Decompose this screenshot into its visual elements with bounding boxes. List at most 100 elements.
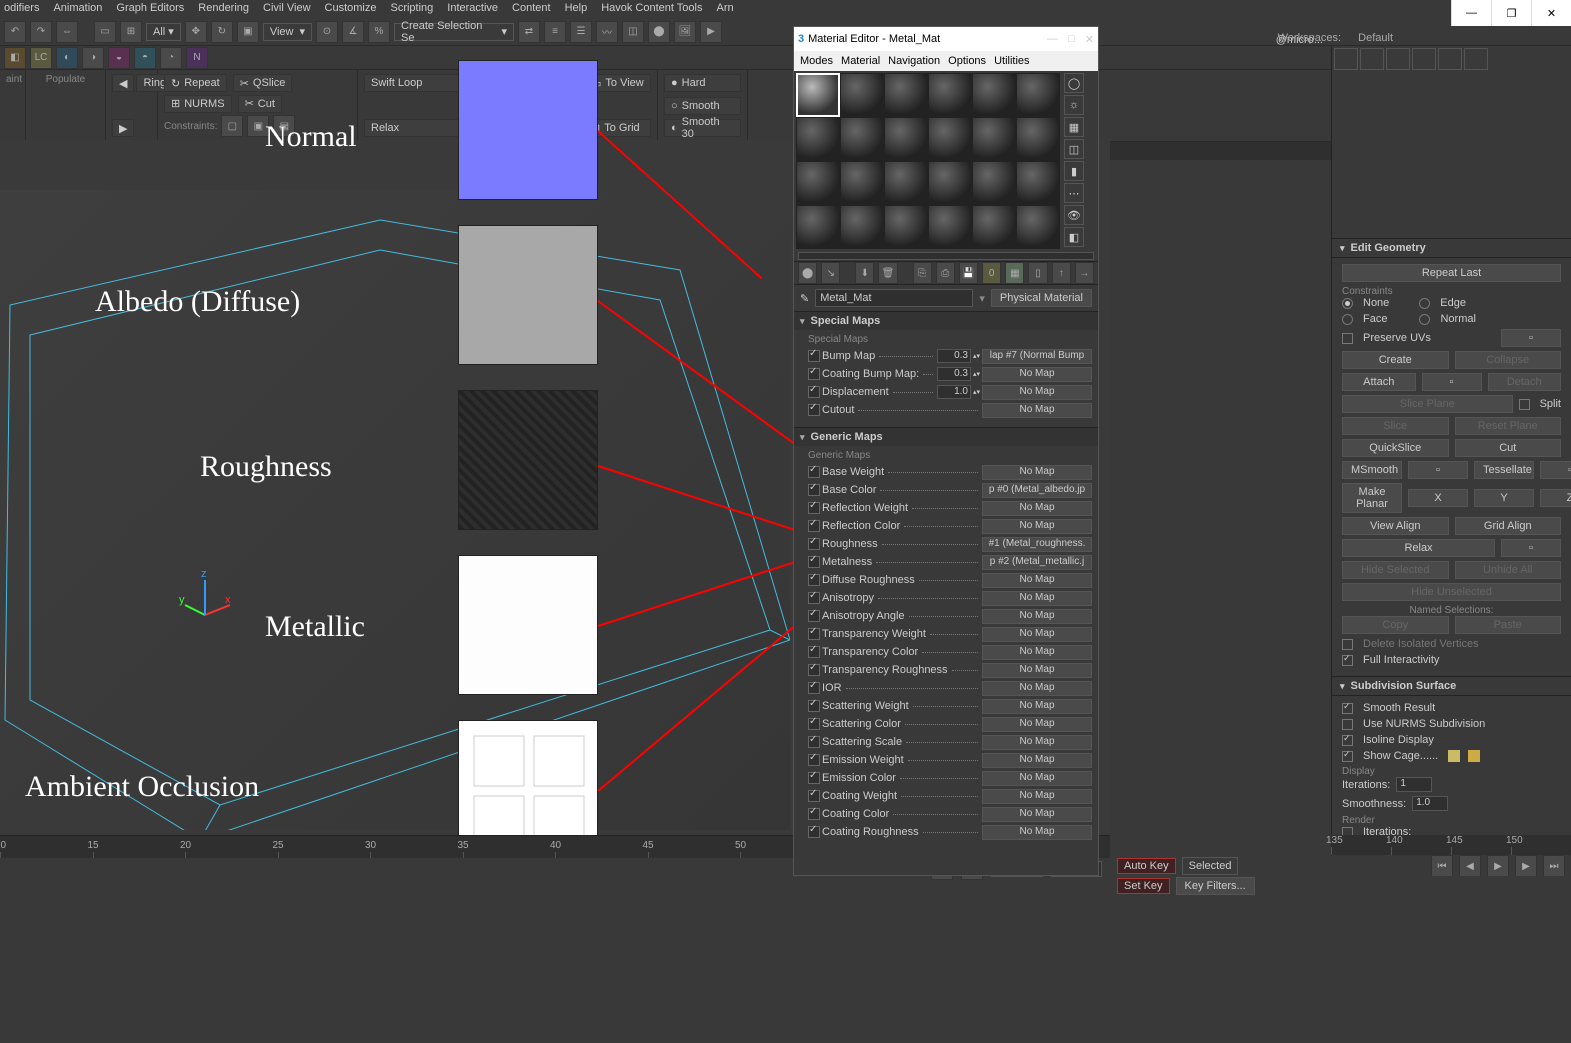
sample-slot-2[interactable]	[884, 73, 928, 117]
map-enable-check[interactable]	[808, 610, 820, 622]
link-icon[interactable]: ⇔	[56, 21, 78, 43]
constraint-none-icon[interactable]: ▢	[221, 115, 243, 137]
sample-slot-5[interactable]	[1016, 73, 1060, 117]
mat-close-button[interactable]: ✕	[1085, 33, 1094, 46]
mirror-icon[interactable]: ⇄	[518, 21, 540, 43]
spinner-arrows[interactable]: ▴▾	[973, 353, 980, 360]
scale-icon[interactable]: ▣	[237, 21, 259, 43]
shrink-button[interactable]: ◀	[112, 74, 134, 92]
smooth30-button[interactable]: ◐ Smooth 30	[664, 119, 741, 137]
cage-color2[interactable]	[1468, 750, 1480, 762]
undo-icon[interactable]: ↶	[4, 21, 26, 43]
collapse-button[interactable]: Collapse	[1455, 351, 1562, 369]
map-slot-button[interactable]: No Map	[982, 825, 1092, 840]
map-enable-check[interactable]	[808, 556, 820, 568]
attach-settings[interactable]: ▫	[1422, 373, 1482, 391]
sample-slot-1[interactable]	[840, 73, 884, 117]
make-unique-icon[interactable]: ⎙	[936, 262, 955, 284]
map-slot-button[interactable]: No Map	[982, 609, 1092, 624]
map-enable-check[interactable]	[808, 484, 820, 496]
copy-button[interactable]: Copy	[1342, 616, 1449, 634]
map-enable-check[interactable]	[808, 368, 820, 380]
full-interactivity-check[interactable]	[1342, 655, 1353, 666]
get-material-icon[interactable]: ⬤	[798, 262, 817, 284]
sample-slot-17[interactable]	[1016, 161, 1060, 205]
constraint-none-radio[interactable]	[1342, 298, 1353, 309]
map-enable-check[interactable]	[808, 664, 820, 676]
map-enable-check[interactable]	[808, 592, 820, 604]
motion-tab-icon[interactable]	[1412, 48, 1436, 70]
sample-slot-6[interactable]	[796, 117, 840, 161]
delete-isolated-check[interactable]	[1342, 639, 1353, 650]
mat-menu-utilities[interactable]: Utilities	[994, 55, 1029, 67]
filter-dropdown[interactable]: All ▾	[146, 23, 181, 41]
cage-color1[interactable]	[1448, 750, 1460, 762]
display-tab-icon[interactable]	[1438, 48, 1462, 70]
options-icon[interactable]: ⋯	[1064, 183, 1084, 203]
show-end-icon[interactable]: ▯	[1028, 262, 1047, 284]
axis-gizmo[interactable]: x y z	[175, 565, 235, 625]
attach-button[interactable]: Attach	[1342, 373, 1416, 391]
map-slot-button[interactable]: No Map	[982, 663, 1092, 678]
utilities-tab-icon[interactable]	[1464, 48, 1488, 70]
nurms-button[interactable]: ⊞ NURMS	[164, 95, 232, 113]
go-forward-icon[interactable]: →	[1075, 262, 1094, 284]
layers-icon[interactable]: ☰	[570, 21, 592, 43]
sample-slot-10[interactable]	[972, 117, 1016, 161]
map-slot-button[interactable]: No Map	[982, 681, 1092, 696]
map-slot-button[interactable]: No Map	[982, 367, 1092, 382]
minimize-button[interactable]: —	[1451, 0, 1491, 26]
sample-type-icon[interactable]: ◯	[1064, 73, 1084, 93]
reset-plane-button[interactable]: Reset Plane	[1455, 417, 1562, 435]
grid-align-button[interactable]: Grid Align	[1455, 517, 1562, 535]
sample-slot-20[interactable]	[884, 205, 928, 249]
map-slot-button[interactable]: No Map	[982, 627, 1092, 642]
menu-animation[interactable]: Animation	[53, 2, 102, 16]
sample-slot-13[interactable]	[840, 161, 884, 205]
map-enable-check[interactable]	[808, 682, 820, 694]
modify-tab-icon[interactable]	[1360, 48, 1384, 70]
view-align-button[interactable]: View Align	[1342, 517, 1449, 535]
map-slot-button[interactable]: No Map	[982, 645, 1092, 660]
use-nurms-check[interactable]	[1342, 719, 1353, 730]
material-name-input[interactable]	[815, 289, 973, 307]
preserve-uvs-settings[interactable]: ▫	[1501, 329, 1561, 347]
move-icon[interactable]: ✥	[185, 21, 207, 43]
map-enable-check[interactable]	[808, 790, 820, 802]
put-library-icon[interactable]: 💾	[959, 262, 978, 284]
special-maps-header[interactable]: Special Maps	[794, 311, 1098, 330]
hierarchy-tab-icon[interactable]	[1386, 48, 1410, 70]
mat-menu-navigation[interactable]: Navigation	[888, 55, 940, 67]
select-icon[interactable]: ▭	[94, 21, 116, 43]
map-enable-check[interactable]	[808, 520, 820, 532]
constraint-face-radio[interactable]	[1342, 314, 1353, 325]
sample-slot-14[interactable]	[884, 161, 928, 205]
map-enable-check[interactable]	[808, 718, 820, 730]
sample-slot-0[interactable]	[796, 73, 840, 117]
render-setup-icon[interactable]: 🖼	[674, 21, 696, 43]
map-amount-spinner[interactable]: 0.3	[937, 349, 971, 363]
tessellate-button[interactable]: Tessellate	[1474, 461, 1534, 479]
relax-button[interactable]: Relax	[364, 119, 471, 137]
go-parent-icon[interactable]: ↑	[1052, 262, 1071, 284]
angle-snap-icon[interactable]: ∡	[342, 21, 364, 43]
msmooth-set[interactable]: ▫	[1408, 461, 1468, 479]
close-button[interactable]: ✕	[1531, 0, 1571, 26]
map-slot-button[interactable]: No Map	[982, 465, 1092, 480]
map-slot-button[interactable]: No Map	[982, 573, 1092, 588]
map-slot-button[interactable]: No Map	[982, 735, 1092, 750]
menu-rendering[interactable]: Rendering	[198, 2, 249, 16]
cut-button[interactable]: Cut	[1455, 439, 1562, 457]
backlight-icon[interactable]: ☼	[1064, 95, 1084, 115]
selection-set-dropdown[interactable]: Create Selection Se ▾	[394, 23, 514, 41]
preview-icon[interactable]: 👁	[1064, 205, 1084, 225]
planar-x[interactable]: X	[1408, 489, 1468, 507]
planar-z[interactable]: Z	[1540, 489, 1571, 507]
align-icon[interactable]: ≡	[544, 21, 566, 43]
map-enable-check[interactable]	[808, 772, 820, 784]
poly-icon[interactable]: ◧	[4, 47, 26, 69]
spinner-arrows[interactable]: ▴▾	[973, 389, 980, 396]
map-slot-button[interactable]: No Map	[982, 519, 1092, 534]
tool-icon[interactable]: ◐	[56, 47, 78, 69]
assign-icon[interactable]: ⬇	[855, 262, 874, 284]
